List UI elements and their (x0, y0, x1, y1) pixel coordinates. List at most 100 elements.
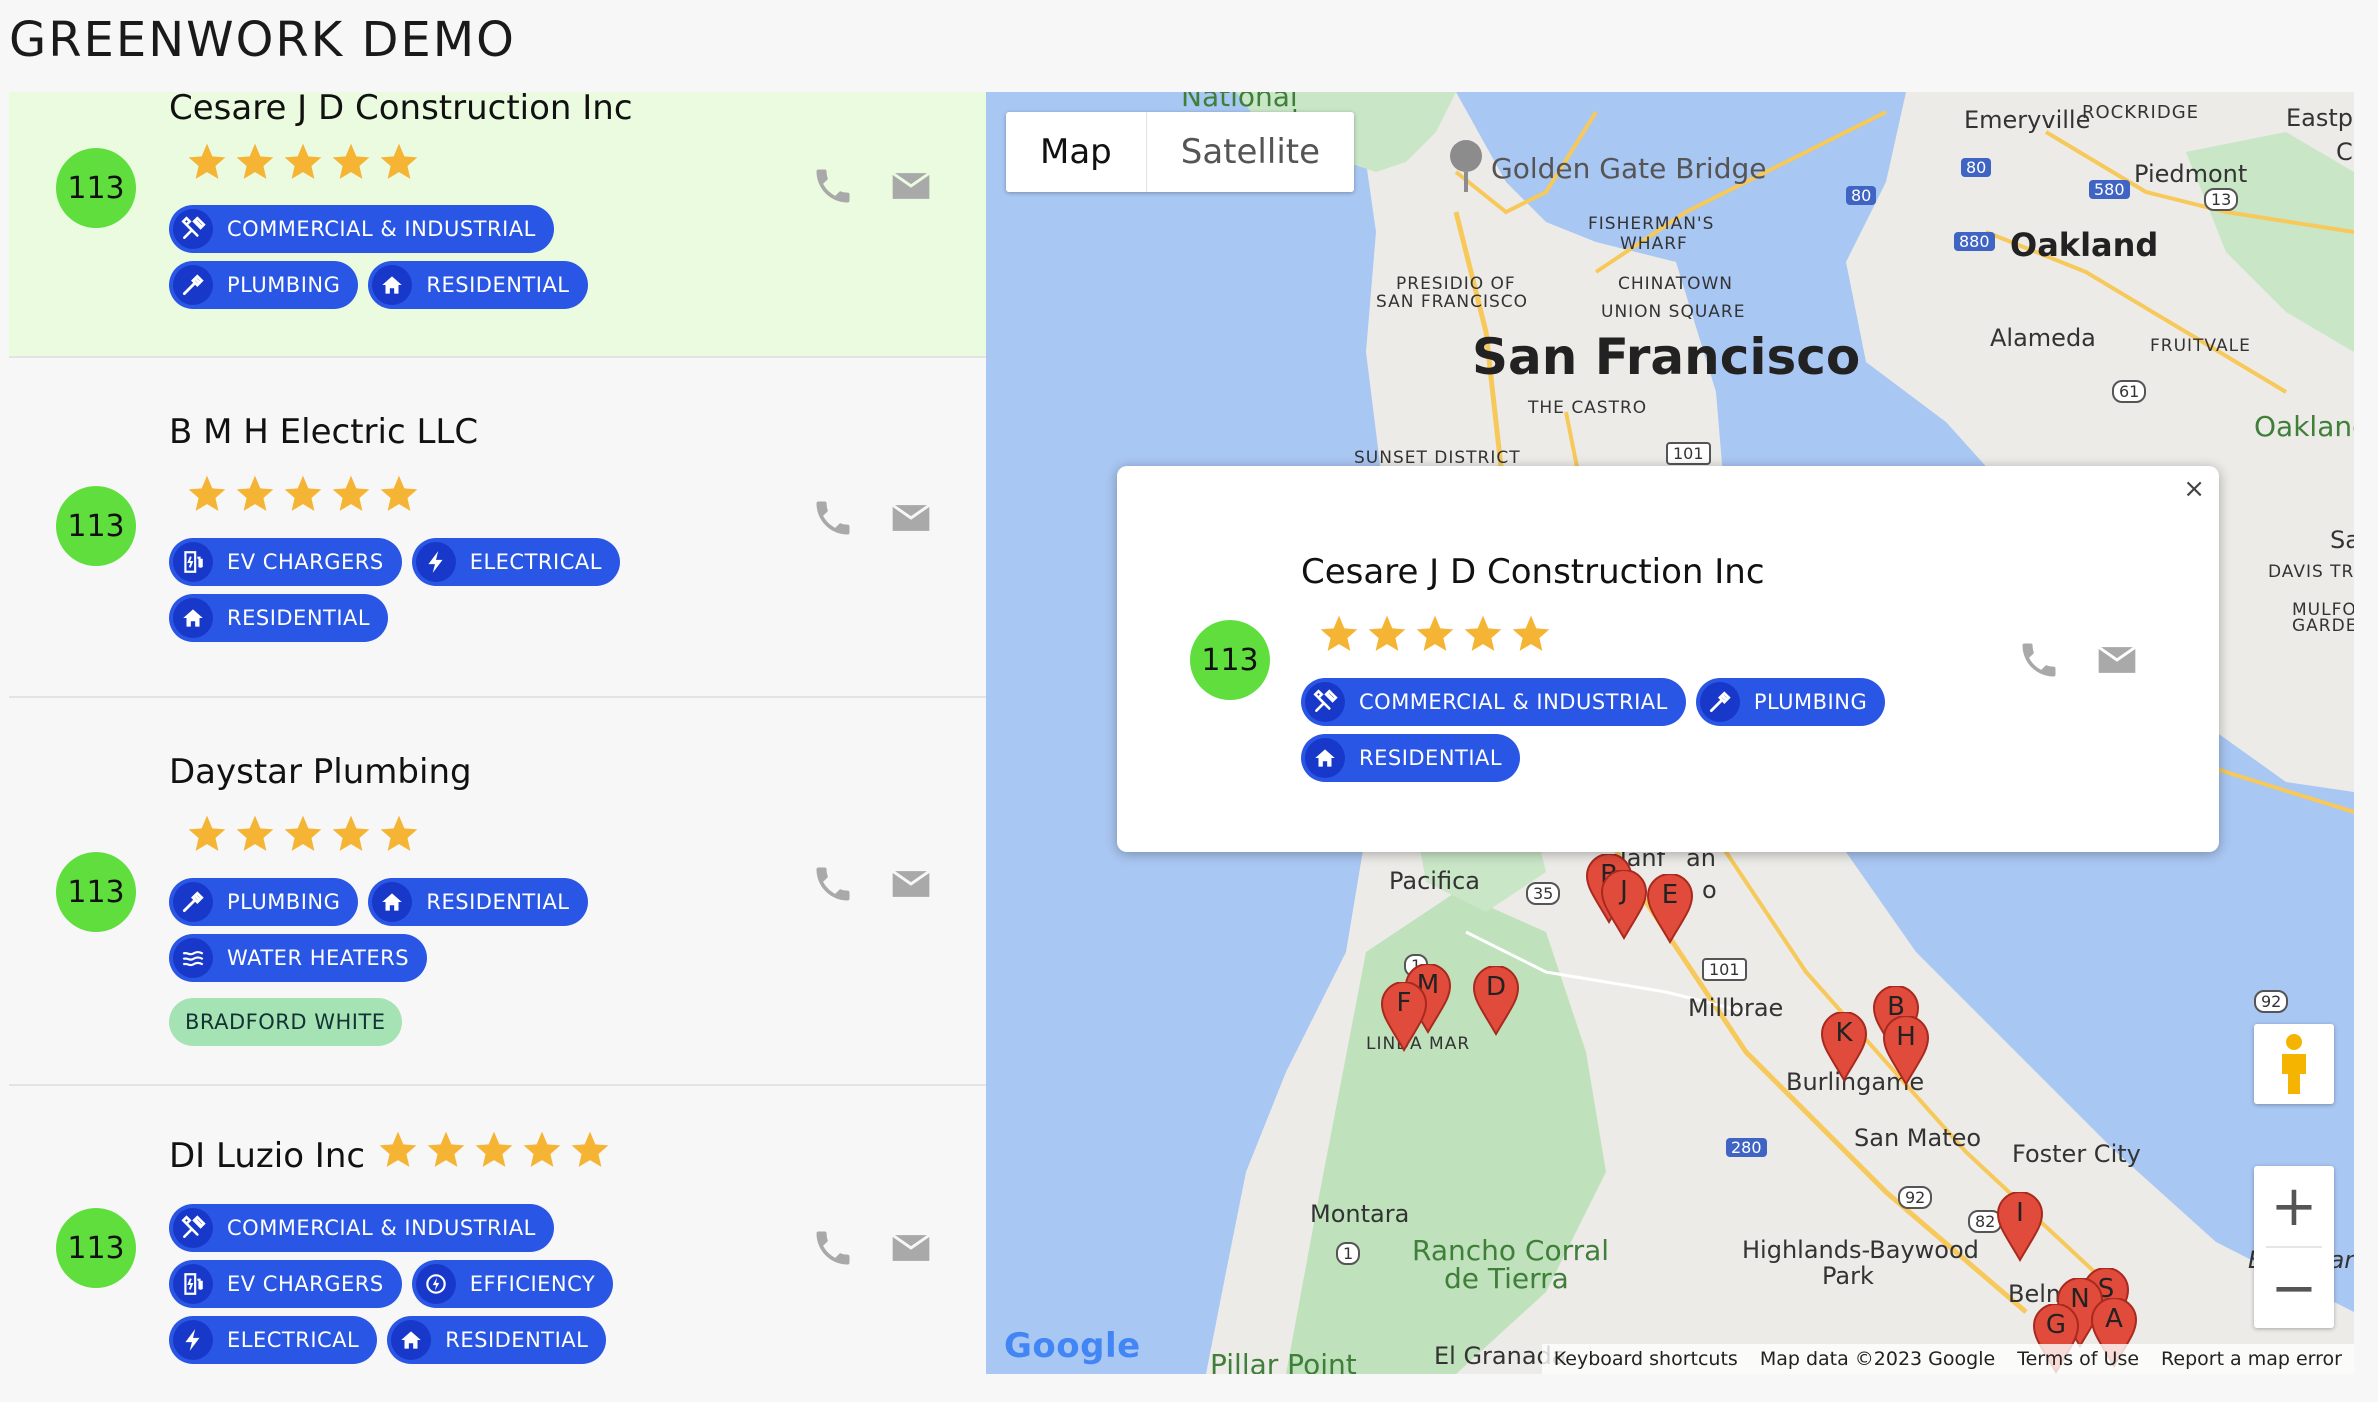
tag-water-heaters[interactable]: WATER HEATERS (169, 934, 428, 982)
tag-plumbing[interactable]: PLUMBING (1695, 678, 1886, 726)
keyboard-shortcuts-link[interactable]: Keyboard shortcuts (1554, 1348, 1738, 1370)
contractor-name[interactable]: Cesare J D Construction Inc (169, 92, 633, 128)
efficiency-icon (425, 1274, 446, 1294)
star-icon (188, 143, 226, 179)
tag-plumbing[interactable]: PLUMBING (169, 878, 359, 926)
google-logo: Google (1004, 1326, 1141, 1366)
tag-residential[interactable]: RESIDENTIAL (368, 261, 588, 309)
phone-icon[interactable] (811, 862, 855, 906)
contractor-card[interactable]: DI Luzio Inc 113 COMMERCIAL & INDUSTRIAL… (9, 1086, 986, 1402)
map-label: Emeryville (1964, 106, 2091, 134)
highway-shield: 101 (1666, 442, 1711, 465)
tag-label: COMMERCIAL & INDUSTRIAL (1359, 690, 1668, 714)
map-pin[interactable]: H (1882, 1015, 1930, 1086)
map-pin[interactable]: J (1600, 869, 1648, 940)
tag-electrical[interactable]: ELECTRICAL (169, 1316, 378, 1364)
map-label: GARDE (2292, 616, 2354, 636)
map-label: Golden Gate Bridge (1491, 152, 1767, 185)
tag-residential[interactable]: RESIDENTIAL (169, 594, 389, 642)
map-pin[interactable]: F (1380, 981, 1428, 1052)
star-icon (284, 143, 322, 179)
contractor-card[interactable]: Cesare J D Construction Inc 113 COMMERCI… (9, 92, 986, 358)
contractor-name[interactable]: Daystar Plumbing (169, 752, 472, 792)
map-label: THE CASTRO (1528, 398, 1648, 418)
service-tags: PLUMBING RESIDENTIAL WATER HEATERS (169, 878, 649, 982)
tools-icon (181, 216, 206, 239)
tag-electrical[interactable]: ELECTRICAL (411, 538, 620, 586)
star-icon (380, 475, 418, 511)
email-icon[interactable] (889, 862, 933, 906)
zoom-out-button[interactable]: − (2254, 1248, 2334, 1328)
map-label: o (1702, 876, 1717, 904)
highway-shield: 580 (2089, 180, 2130, 199)
star-rating (185, 140, 421, 184)
star-icon (236, 475, 274, 511)
map-label: WHARF (1620, 234, 1688, 254)
map-button[interactable]: Map (1006, 112, 1146, 192)
pegman-icon (2282, 1034, 2306, 1094)
tag-label: COMMERCIAL & INDUSTRIAL (227, 1216, 536, 1240)
star-icon (236, 143, 274, 179)
close-icon[interactable]: × (2183, 474, 2205, 504)
tag-commercial-industrial[interactable]: COMMERCIAL & INDUSTRIAL (169, 205, 554, 253)
map-pin[interactable]: I (1996, 1191, 2044, 1262)
map-label: DAVIS TR (2268, 562, 2354, 582)
email-icon[interactable] (889, 496, 933, 540)
street-view-control[interactable] (2254, 1024, 2334, 1104)
tag-plumbing[interactable]: PLUMBING (169, 261, 359, 309)
star-icon (475, 1131, 513, 1167)
contractor-name[interactable]: DI Luzio Inc (169, 1136, 365, 1176)
star-icon (284, 815, 322, 851)
tag-residential[interactable]: RESIDENTIAL (387, 1316, 607, 1364)
info-window[interactable]: × Cesare J D Construction Inc 113 COMMER… (1117, 466, 2219, 852)
tag-residential[interactable]: RESIDENTIAL (1301, 734, 1521, 782)
map-pin[interactable]: E (1646, 873, 1694, 944)
report-error-link[interactable]: Report a map error (2161, 1348, 2342, 1370)
contractor-name[interactable]: Cesare J D Construction Inc (1301, 552, 1765, 592)
phone-icon[interactable] (811, 1226, 855, 1270)
pin-letter: I (2016, 1198, 2024, 1228)
map-type-toggle[interactable]: Map Satellite (1006, 112, 1355, 192)
tag-label: RESIDENTIAL (445, 1328, 589, 1352)
terms-link[interactable]: Terms of Use (2017, 1348, 2139, 1370)
zoom-in-button[interactable]: + (2254, 1166, 2334, 1246)
tag-commercial-industrial[interactable]: COMMERCIAL & INDUSTRIAL (1301, 678, 1686, 726)
phone-icon[interactable] (811, 164, 855, 208)
star-icon (188, 815, 226, 851)
zoom-controls[interactable]: + − (2254, 1166, 2334, 1328)
map-label: National (1181, 92, 1298, 113)
tag-label: COMMERCIAL & INDUSTRIAL (227, 217, 536, 241)
email-icon[interactable] (889, 164, 933, 208)
tag-ev-chargers[interactable]: EV CHARGERS (169, 1260, 402, 1308)
contractor-list[interactable]: Cesare J D Construction Inc 113 COMMERCI… (9, 92, 986, 1402)
contractor-card[interactable]: B M H Electric LLC 113 EV CHARGERS ELECT… (9, 358, 986, 698)
pin-letter: K (1835, 1018, 1853, 1048)
tag-commercial-industrial[interactable]: COMMERCIAL & INDUSTRIAL (169, 1204, 554, 1252)
contractor-card[interactable]: Daystar Plumbing 113 PLUMBING RESIDENTIA… (9, 698, 986, 1086)
tag-residential[interactable]: RESIDENTIAL (368, 878, 588, 926)
pin-letter: A (2105, 1304, 2123, 1334)
tag-label: RESIDENTIAL (227, 606, 371, 630)
map-view[interactable]: National ion Golden Gate Bridge Emeryvil… (986, 92, 2354, 1374)
tag-label: WATER HEATERS (227, 946, 410, 970)
tag-bradford-white[interactable]: BRADFORD WHITE (169, 998, 402, 1046)
star-rating (185, 472, 421, 516)
map-label: FISHERMAN'S (1588, 214, 1715, 234)
pipe-wrench-icon (182, 891, 204, 913)
email-icon[interactable] (889, 1226, 933, 1270)
map-label: CHINATOWN (1618, 274, 1733, 294)
tag-efficiency[interactable]: EFFICIENCY (411, 1260, 614, 1308)
star-icon (571, 1131, 609, 1167)
tag-label: EFFICIENCY (469, 1272, 596, 1296)
phone-icon[interactable] (2017, 638, 2061, 682)
service-tags: COMMERCIAL & INDUSTRIAL PLUMBING RESIDEN… (1301, 678, 1901, 782)
tag-ev-chargers[interactable]: EV CHARGERS (169, 538, 402, 586)
pin-letter: G (2045, 1310, 2067, 1340)
map-pin[interactable]: D (1472, 965, 1520, 1036)
satellite-button[interactable]: Satellite (1145, 112, 1354, 192)
map-pin[interactable]: K (1820, 1011, 1868, 1082)
phone-icon[interactable] (811, 496, 855, 540)
contractor-name[interactable]: B M H Electric LLC (169, 412, 478, 452)
email-icon[interactable] (2095, 638, 2139, 682)
star-rating (1317, 612, 1553, 656)
